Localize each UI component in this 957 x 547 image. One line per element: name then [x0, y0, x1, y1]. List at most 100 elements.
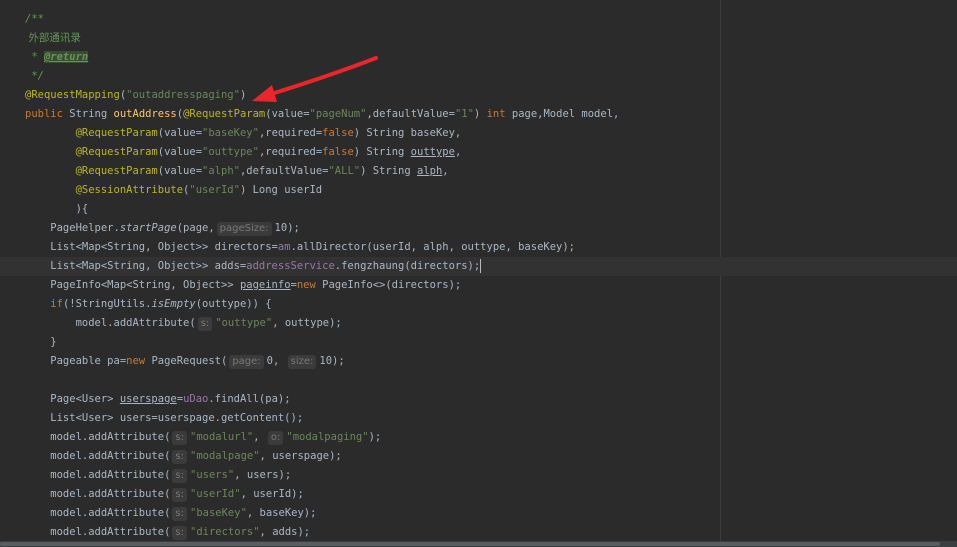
code-text: model.addAttribute(s: "users", users); [25, 466, 291, 485]
code-token: int [486, 108, 512, 120]
horizontal-scrollbar[interactable] [0, 541, 957, 547]
code-token: Page<User> [25, 393, 120, 405]
code-text: @RequestParam(value="baseKey",required=f… [25, 124, 462, 143]
parameter-hint: pageSize: [216, 222, 272, 236]
code-token: 10); [274, 222, 300, 234]
code-line[interactable]: */ [0, 67, 957, 86]
code-line[interactable]: model.addAttribute(s: "userId", userId); [0, 485, 957, 504]
code-token: , userspage); [259, 450, 342, 462]
code-token: PageHelper. [25, 222, 120, 234]
code-line[interactable]: model.addAttribute(s: "modalurl", o: "moda… [0, 428, 957, 447]
code-line[interactable]: PageInfo<Map<String, Object>> pageinfo=n… [0, 276, 957, 295]
code-token: ); [368, 431, 382, 443]
code-token: PageRequest( [151, 355, 228, 367]
code-token: (value= [157, 127, 203, 139]
code-text: model.addAttribute(s: "baseKey", baseKey)… [25, 504, 316, 523]
code-line[interactable]: ){ [0, 200, 957, 219]
code-line[interactable]: public String outAddress(@RequestParam(v… [0, 105, 957, 124]
code-token: .allDirector(userId, alph, outtype, base… [290, 241, 576, 253]
code-token: 外部通讯录 [25, 32, 81, 44]
code-line[interactable]: @SessionAttribute("userId") Long userId [0, 181, 957, 200]
parameter-hint: s: [172, 488, 187, 502]
code-token: userspage [119, 393, 177, 405]
code-token: ,required= [258, 127, 323, 139]
code-token: "outtype" [215, 317, 273, 329]
code-line[interactable]: * @return [0, 48, 957, 67]
code-token: uDao [183, 393, 209, 405]
code-token: "users" [190, 469, 235, 481]
code-token: @RequestParam [75, 146, 158, 158]
parameter-hint: o: [267, 431, 284, 445]
code-line-current[interactable]: List<Map<String, Object>> adds=addressSe… [0, 257, 957, 276]
code-line[interactable]: Pageable pa=new PageRequest(page: 0, size… [0, 352, 957, 371]
code-text: model.addAttribute(s: "modalpage", usersp… [25, 447, 342, 466]
code-line[interactable]: model.addAttribute(s: "outtype", outtype)… [0, 314, 957, 333]
code-token: , outtype); [272, 317, 342, 329]
code-text: List<Map<String, Object>> directors=am.a… [25, 238, 575, 257]
code-token: startPage [119, 222, 177, 234]
code-line[interactable] [0, 371, 957, 390]
code-line[interactable]: 外部通讯录 [0, 29, 957, 48]
code-token: "directors" [190, 526, 260, 538]
code-text: Pageable pa=new PageRequest(page: 0, size… [25, 352, 345, 371]
code-token: isEmpty [151, 298, 196, 310]
code-token: @SessionAttribute [75, 184, 184, 196]
code-line[interactable]: @RequestMapping("outaddresspaging") [0, 86, 957, 105]
code-editor[interactable]: /** 外部通讯录 * @return */ @RequestMapping("o… [0, 0, 957, 541]
code-text: @RequestParam(value="outtype",required=f… [25, 143, 462, 162]
code-token: model.addAttribute( [25, 526, 171, 538]
code-line[interactable]: PageHelper.startPage(page, pageSize: 10); [0, 219, 957, 238]
code-line[interactable]: @RequestParam(value="outtype",required=f… [0, 143, 957, 162]
code-text: ){ [25, 200, 89, 219]
code-token: "outaddresspaging" [126, 89, 240, 101]
code-token: false [322, 146, 354, 158]
code-token: String [69, 108, 114, 120]
code-token: @return [43, 51, 89, 63]
code-text: PageHelper.startPage(page, pageSize: 10); [25, 219, 300, 238]
code-line[interactable]: } [0, 333, 957, 352]
code-token: , userId); [240, 488, 304, 500]
parameter-hint: s: [197, 317, 213, 331]
code-text: model.addAttribute(s: "directors", adds); [25, 523, 310, 542]
code-token: model.addAttribute( [25, 317, 196, 329]
code-token: outAddress [113, 108, 177, 120]
code-line[interactable]: @RequestParam(value="baseKey",required=f… [0, 124, 957, 143]
code-line[interactable]: model.addAttribute(s: "users", users); [0, 466, 957, 485]
code-line[interactable]: /** [0, 10, 957, 29]
code-token: ) [239, 89, 247, 101]
code-token: model.addAttribute( [25, 450, 171, 462]
code-token: "modalpaging" [286, 431, 369, 443]
code-token: addressService [246, 260, 335, 272]
code-text: * @return [25, 48, 89, 67]
code-token: model.addAttribute( [25, 488, 171, 500]
scrollbar-thumb[interactable] [0, 542, 940, 546]
code-line[interactable]: model.addAttribute(s: "modalpage", usersp… [0, 447, 957, 466]
code-token: , users); [234, 469, 292, 481]
code-token: false [322, 127, 354, 139]
code-line[interactable]: Page<User> userspage=uDao.findAll(pa); [0, 390, 957, 409]
code-token: if [50, 298, 63, 310]
code-token: "alph" [202, 165, 240, 177]
code-token: ) String baseKey, [353, 127, 462, 139]
code-token: , adds); [259, 526, 311, 538]
code-text: List<User> users=userspage.getContent(); [25, 409, 303, 428]
code-token: * [25, 51, 44, 63]
code-token: 10); [319, 355, 345, 367]
code-text: } [25, 333, 56, 352]
code-line[interactable]: @RequestParam(value="alph",defaultValue=… [0, 162, 957, 181]
code-line[interactable]: model.addAttribute(s: "directors", adds); [0, 523, 957, 542]
parameter-hint: size: [287, 355, 317, 369]
code-line[interactable]: model.addAttribute(s: "baseKey", baseKey)… [0, 504, 957, 523]
code-token: ){ [25, 203, 89, 215]
code-line[interactable]: List<User> users=userspage.getContent(); [0, 409, 957, 428]
code-token: .findAll(pa); [208, 393, 291, 405]
code-token: pageinfo [239, 279, 291, 291]
code-line[interactable]: if(!StringUtils.isEmpty(outtype)) { [0, 295, 957, 314]
code-token: List<Map<String, Object>> directors= [25, 241, 278, 253]
code-token: Pageable pa= [25, 355, 127, 367]
code-line[interactable]: List<Map<String, Object>> directors=am.a… [0, 238, 957, 257]
code-token: page,Model model, [511, 108, 620, 120]
code-token: "userId" [190, 488, 241, 500]
